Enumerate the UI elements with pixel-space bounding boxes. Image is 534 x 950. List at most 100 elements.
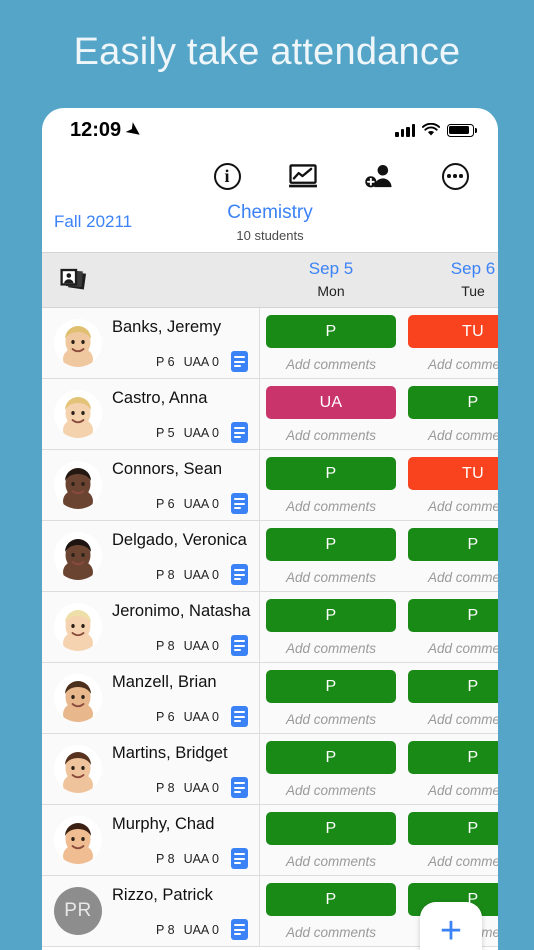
attendance-cell[interactable]: P Add comments	[260, 805, 402, 875]
student-name: Banks, Jeremy	[112, 318, 222, 336]
attendance-cell[interactable]: P Add comments	[402, 592, 498, 662]
attendance-mark[interactable]: P	[408, 670, 498, 703]
add-button[interactable]: +	[420, 902, 482, 950]
student-name-cell[interactable]: Martins, Bridget P 8 UAA 0	[42, 734, 260, 804]
table-row[interactable]: Murphy, Chad P 8 UAA 0 P Add comments P Add co…	[42, 805, 498, 876]
attendance-mark[interactable]: P	[266, 812, 396, 845]
student-name-cell[interactable]: Delgado, Veronica P 8 UAA 0	[42, 521, 260, 591]
add-person-icon[interactable]	[364, 161, 394, 191]
attendance-mark[interactable]: P	[266, 457, 396, 490]
note-icon[interactable]	[231, 351, 248, 372]
note-icon[interactable]	[231, 848, 248, 869]
student-name-cell[interactable]: Manzell, Brian P 6 UAA 0	[42, 663, 260, 733]
add-comments-link[interactable]: Add comments	[408, 854, 498, 869]
attendance-cell[interactable]: P Add comments	[402, 521, 498, 591]
add-comments-link[interactable]: Add comments	[266, 428, 396, 443]
header-day-cell[interactable]: Sep 6 Tue	[402, 253, 498, 307]
add-comments-link[interactable]: Add comments	[266, 499, 396, 514]
table-row[interactable]: Martins, Bridget P 8 UAA 0 P Add comments P Ad…	[42, 734, 498, 805]
info-icon[interactable]: i	[212, 161, 242, 191]
class-name[interactable]: Chemistry	[42, 202, 498, 225]
attendance-mark[interactable]: P	[408, 386, 498, 419]
student-name-cell[interactable]: Banks, Jeremy P 6 UAA 0	[42, 308, 260, 378]
note-icon[interactable]	[231, 635, 248, 656]
class-title-block: Chemistry 10 students	[42, 202, 498, 243]
student-name-cell[interactable]: Connors, Sean P 6 UAA 0	[42, 450, 260, 520]
info-icon-glyph: i	[213, 162, 241, 190]
avatar[interactable]	[54, 674, 102, 722]
attendance-cell[interactable]: P Add comments	[260, 308, 402, 378]
student-name-cell[interactable]: Castro, Anna P 5 UAA 0	[42, 379, 260, 449]
uaa-count: UAA 0	[183, 852, 219, 866]
note-icon[interactable]	[231, 422, 248, 443]
table-row[interactable]: Banks, Jeremy P 6 UAA 0 P Add comments TU Add …	[42, 308, 498, 379]
attendance-mark[interactable]: P	[408, 599, 498, 632]
add-comments-link[interactable]: Add comments	[266, 357, 396, 372]
attendance-mark[interactable]: P	[408, 741, 498, 774]
attendance-cell[interactable]: P Add comments	[402, 379, 498, 449]
add-comments-link[interactable]: Add comments	[266, 854, 396, 869]
add-comments-link[interactable]: Add comments	[408, 783, 498, 798]
avatar[interactable]	[54, 461, 102, 509]
add-comments-link[interactable]: Add comments	[408, 428, 498, 443]
attendance-cell[interactable]: TU Add comments	[402, 450, 498, 520]
attendance-mark[interactable]: P	[408, 528, 498, 561]
attendance-mark[interactable]: TU	[408, 457, 498, 490]
table-row[interactable]: Connors, Sean P 6 UAA 0 P Add comments TU Add …	[42, 450, 498, 521]
add-comments-link[interactable]: Add comments	[408, 712, 498, 727]
table-row[interactable]: Delgado, Veronica P 8 UAA 0 P Add comments P A…	[42, 521, 498, 592]
attendance-cell[interactable]: TU Add comments	[402, 308, 498, 378]
attendance-cell[interactable]: P Add comments	[260, 876, 402, 946]
avatar[interactable]	[54, 745, 102, 793]
attendance-cell[interactable]: P Add comments	[260, 734, 402, 804]
add-comments-link[interactable]: Add comments	[408, 570, 498, 585]
student-name-cell[interactable]: Jeronimo, Natasha P 8 UAA 0	[42, 592, 260, 662]
add-comments-link[interactable]: Add comments	[408, 499, 498, 514]
header-day-cell[interactable]: Sep 5 Mon	[260, 253, 402, 307]
add-comments-link[interactable]: Add comments	[408, 357, 498, 372]
attendance-cell[interactable]: P Add comments	[402, 734, 498, 804]
note-icon[interactable]	[231, 706, 248, 727]
add-comments-link[interactable]: Add comments	[266, 641, 396, 656]
table-row[interactable]: Jeronimo, Natasha P 8 UAA 0 P Add comments P A…	[42, 592, 498, 663]
avatar[interactable]	[54, 603, 102, 651]
attendance-cell[interactable]: P Add comments	[402, 663, 498, 733]
add-comments-link[interactable]: Add comments	[408, 641, 498, 656]
student-name-cell[interactable]: Murphy, Chad P 8 UAA 0	[42, 805, 260, 875]
student-name-cell[interactable]: PR Rizzo, Patrick P 8 UAA 0	[42, 876, 260, 946]
note-icon[interactable]	[231, 493, 248, 514]
add-comments-link[interactable]: Add comments	[266, 570, 396, 585]
note-icon[interactable]	[231, 777, 248, 798]
avatar[interactable]	[54, 390, 102, 438]
attendance-mark[interactable]: P	[408, 812, 498, 845]
attendance-cell[interactable]: P Add comments	[260, 450, 402, 520]
attendance-mark[interactable]: P	[266, 741, 396, 774]
attendance-mark[interactable]: TU	[408, 315, 498, 348]
attendance-cell[interactable]: P Add comments	[402, 805, 498, 875]
note-icon[interactable]	[231, 564, 248, 585]
more-options-icon[interactable]	[440, 161, 470, 191]
attendance-mark[interactable]: P	[266, 315, 396, 348]
grid-header: Sep 5 Mon Sep 6 Tue	[42, 252, 498, 308]
table-row[interactable]: Manzell, Brian P 6 UAA 0 P Add comments P Add …	[42, 663, 498, 734]
attendance-mark[interactable]: P	[266, 599, 396, 632]
attendance-mark[interactable]: UA	[266, 386, 396, 419]
header-roster-cell[interactable]	[42, 253, 260, 307]
attendance-mark[interactable]: P	[266, 670, 396, 703]
attendance-cell[interactable]: UA Add comments	[260, 379, 402, 449]
avatar[interactable]: PR	[54, 887, 102, 935]
table-row[interactable]: Castro, Anna P 5 UAA 0 UA Add comments P Add c…	[42, 379, 498, 450]
attendance-mark[interactable]: P	[266, 883, 396, 916]
add-comments-link[interactable]: Add comments	[266, 712, 396, 727]
attendance-cell[interactable]: P Add comments	[260, 592, 402, 662]
attendance-mark[interactable]: P	[266, 528, 396, 561]
avatar[interactable]	[54, 319, 102, 367]
attendance-cell[interactable]: P Add comments	[260, 521, 402, 591]
add-comments-link[interactable]: Add comments	[266, 925, 396, 940]
note-icon[interactable]	[231, 919, 248, 940]
avatar[interactable]	[54, 816, 102, 864]
chart-icon[interactable]	[288, 161, 318, 191]
avatar[interactable]	[54, 532, 102, 580]
attendance-cell[interactable]: P Add comments	[260, 663, 402, 733]
add-comments-link[interactable]: Add comments	[266, 783, 396, 798]
